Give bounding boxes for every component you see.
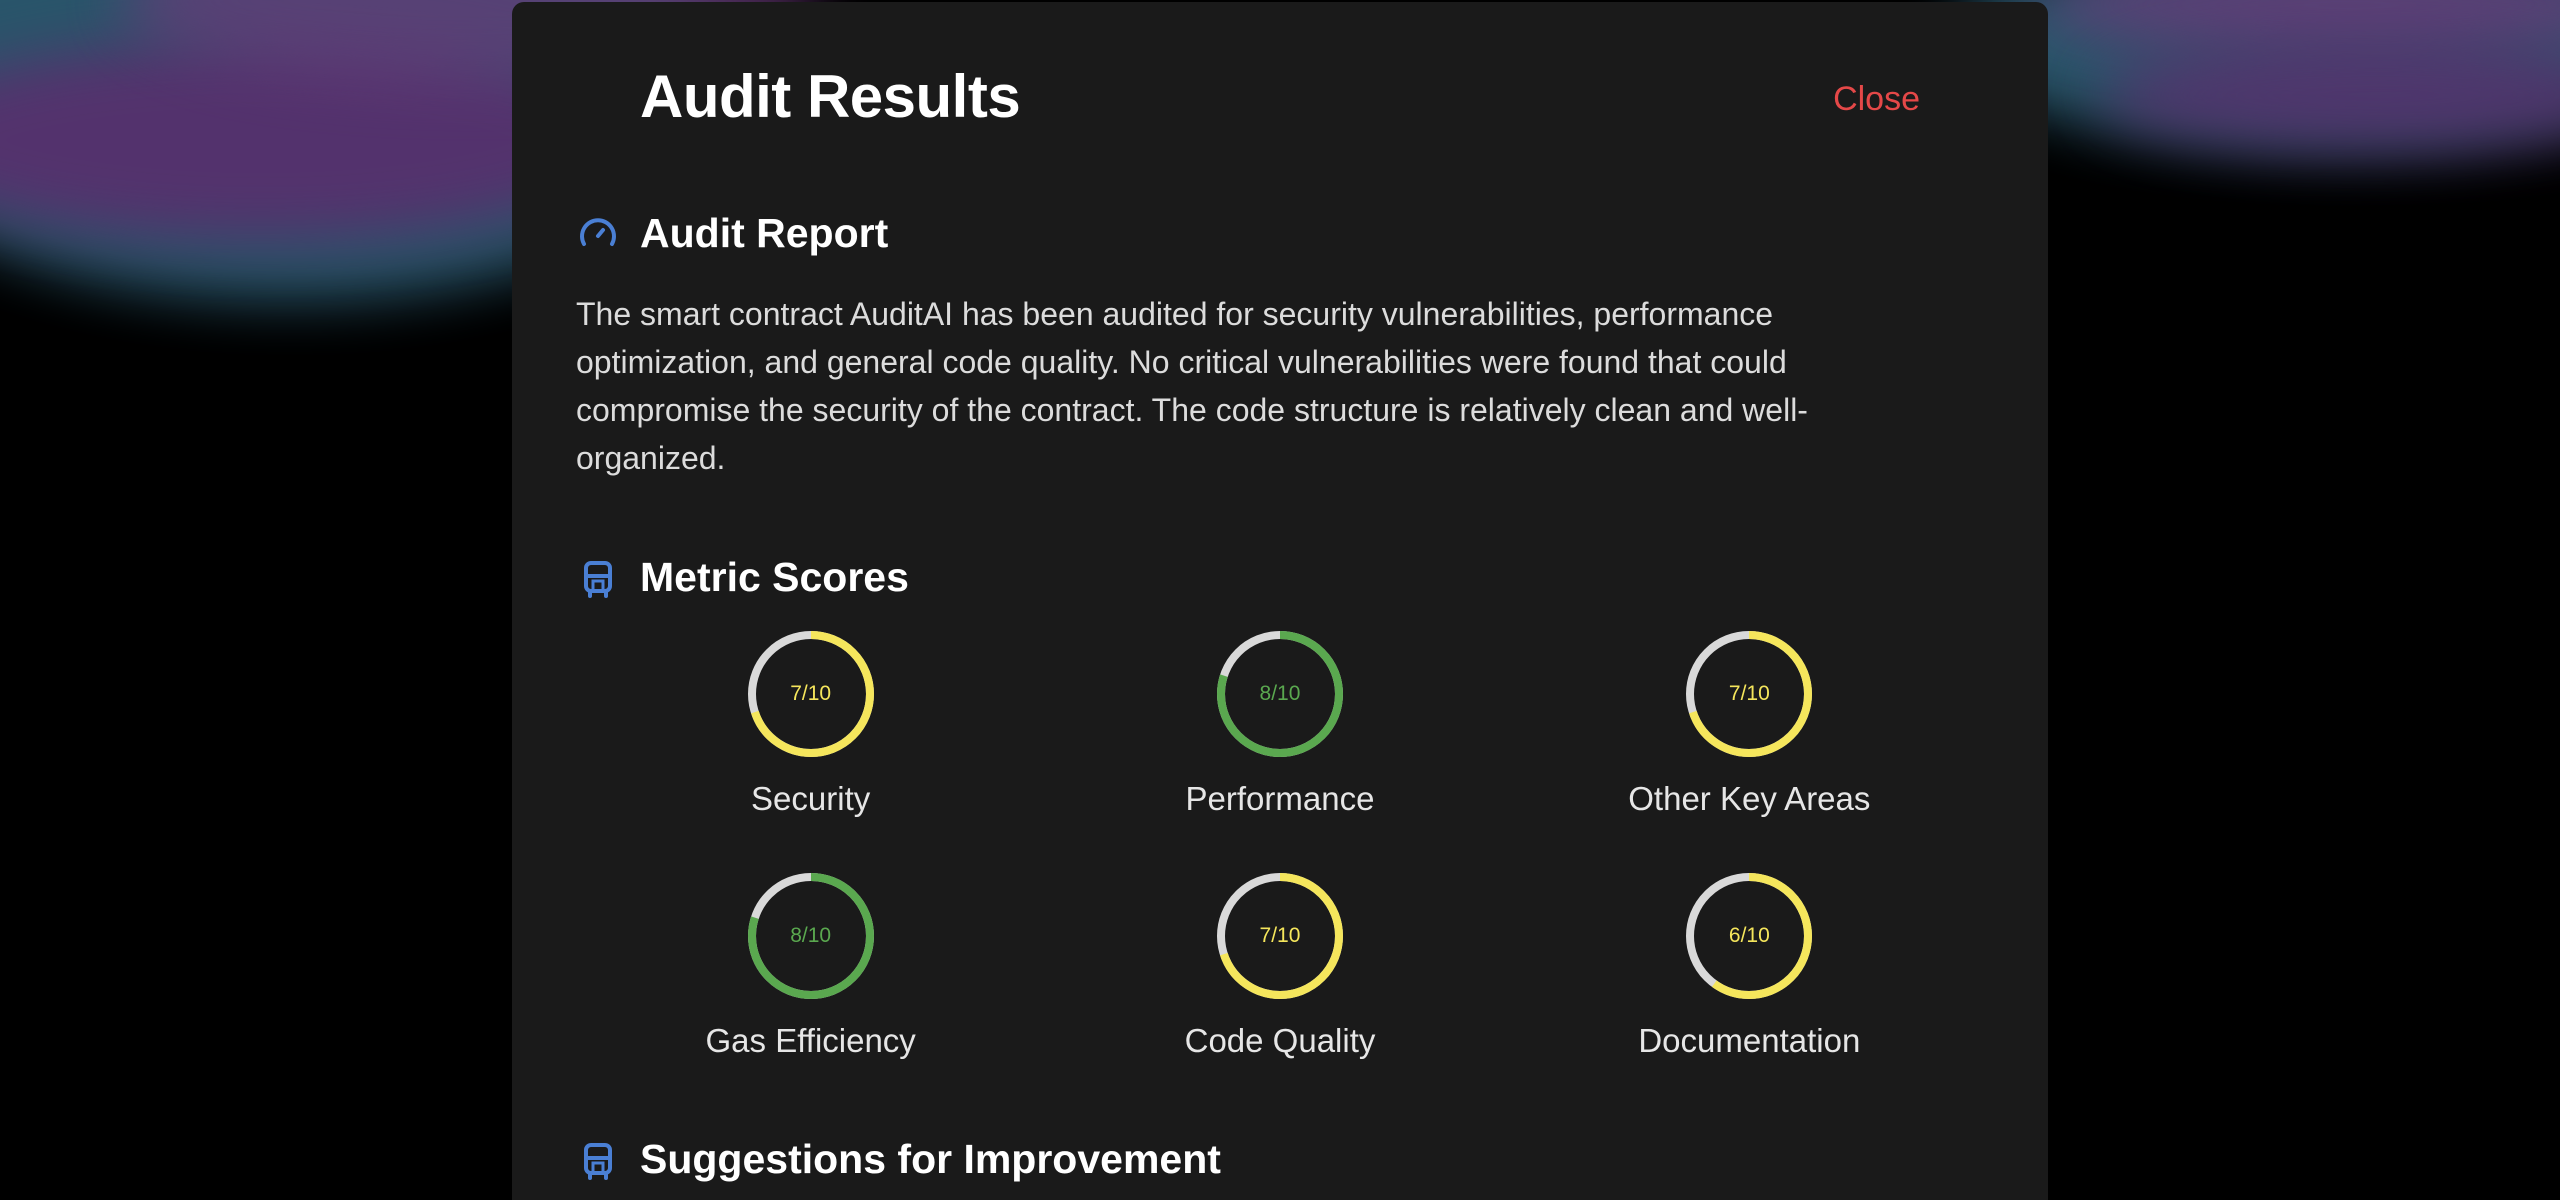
score-ring: 7/10 (1214, 870, 1346, 1002)
score-ring: 7/10 (1683, 628, 1815, 760)
score-value: 7/10 (1728, 682, 1770, 705)
audit-report-title: Audit Report (640, 210, 889, 256)
metric-label: Security (751, 780, 871, 817)
metric-scores-heading: Metric Scores (576, 554, 909, 601)
score-value: 7/10 (790, 682, 832, 705)
metric-scores-title: Metric Scores (640, 554, 909, 600)
score-value: 6/10 (1728, 924, 1770, 947)
score-ring: 8/10 (1214, 628, 1346, 760)
modal-header: Audit Results Close (576, 2, 1984, 202)
score-ring: 7/10 (745, 628, 877, 760)
metric-label: Code Quality (1184, 1022, 1376, 1059)
chip-icon (576, 556, 620, 600)
metric-card: 7/10 Security (576, 628, 1045, 818)
metric-label: Other Key Areas (1628, 780, 1871, 817)
chip-icon (576, 1138, 620, 1182)
modal-title: Audit Results (640, 63, 1021, 130)
metric-card: 6/10 Documentation (1515, 870, 1984, 1060)
audit-report-heading: Audit Report (576, 210, 888, 257)
audit-report-text: The smart contract AuditAI has been audi… (576, 296, 1808, 476)
metric-label: Gas Efficiency (705, 1022, 916, 1059)
metric-card: 8/10 Gas Efficiency (576, 870, 1045, 1060)
metric-scores-grid: 7/10 Security 8/10 Performance 7/10 Other Key… (576, 628, 1984, 1060)
metric-card: 8/10 Performance (1045, 628, 1514, 818)
suggestions-heading: Suggestions for Improvement (576, 1136, 1221, 1183)
suggestions-title: Suggestions for Improvement (640, 1136, 1221, 1182)
audit-results-modal: Audit Results Close Audit Report The sma… (512, 2, 2048, 1200)
score-value: 8/10 (1259, 682, 1301, 705)
metric-label: Documentation (1638, 1022, 1861, 1059)
metric-label: Performance (1185, 780, 1375, 817)
score-value: 8/10 (790, 924, 832, 947)
score-ring: 8/10 (745, 870, 877, 1002)
metric-card: 7/10 Other Key Areas (1515, 628, 1984, 818)
score-ring: 6/10 (1683, 870, 1815, 1002)
score-value: 7/10 (1259, 924, 1301, 947)
gauge-icon (576, 212, 620, 256)
close-button[interactable]: Close (1833, 80, 1920, 119)
metric-card: 7/10 Code Quality (1045, 870, 1514, 1060)
